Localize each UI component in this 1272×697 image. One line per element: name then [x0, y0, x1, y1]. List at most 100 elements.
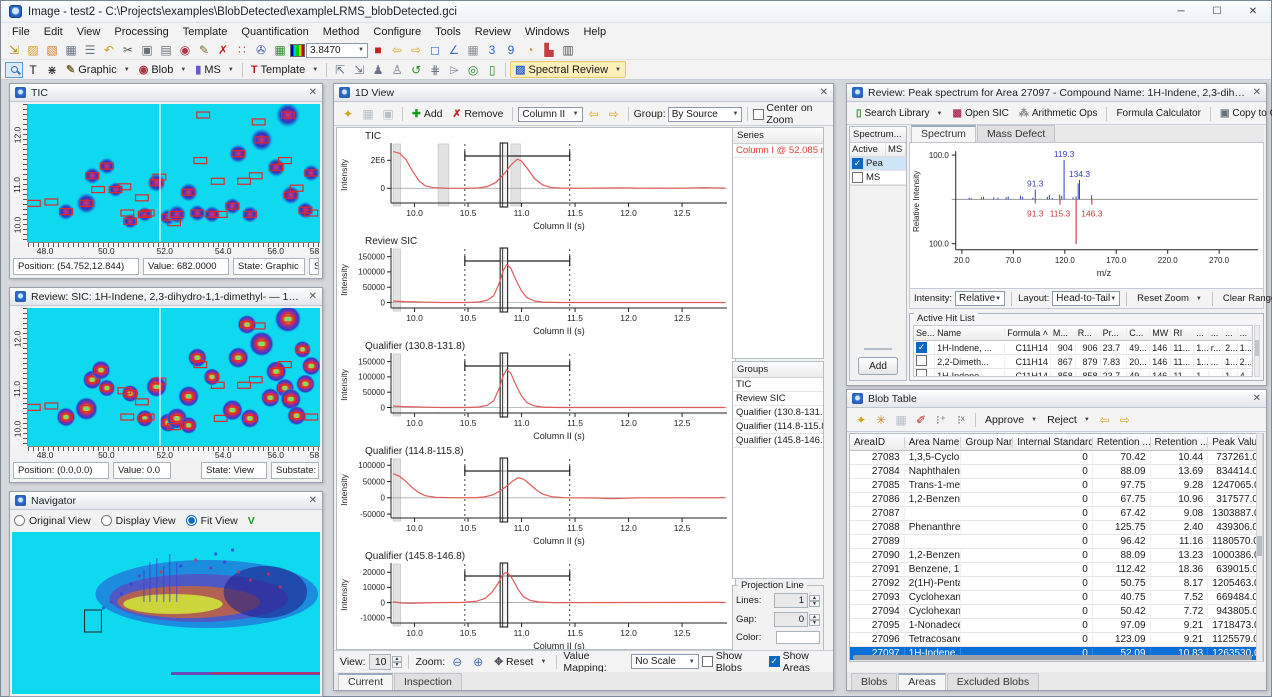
- pie-icon[interactable]: ◔: [521, 42, 539, 58]
- group-item[interactable]: Qualifier (130.8-131.8): [733, 406, 823, 420]
- chart-qualifier-145-8-146-8-[interactable]: Qualifier (145.8-146.8)-1000001000020000…: [337, 548, 735, 650]
- intensity-select[interactable]: Relative▼: [955, 291, 1005, 306]
- next-icon[interactable]: ⇨: [1116, 412, 1134, 428]
- table-row[interactable]: 27088Phenanthre...0125.752.40439306.0: [850, 521, 1263, 535]
- maximize-button[interactable]: ☐: [1199, 1, 1235, 22]
- table-row[interactable]: 270861,2-Benzen...067.7510.96317577.0: [850, 493, 1263, 507]
- copy-icon[interactable]: ▣: [379, 106, 397, 122]
- menu-template[interactable]: Template: [176, 25, 235, 39]
- target-icon[interactable]: ◎: [464, 62, 482, 78]
- chart-review-sic[interactable]: Review SIC05000010000015000010.010.511.0…: [337, 233, 735, 338]
- menu-tools[interactable]: Tools: [428, 25, 468, 39]
- menu-method[interactable]: Method: [316, 25, 367, 39]
- arrow-tool-1-icon[interactable]: ⇱: [331, 62, 349, 78]
- menu-windows[interactable]: Windows: [518, 25, 577, 39]
- radio-display-view[interactable]: Display View: [101, 515, 176, 527]
- next-icon[interactable]: ⇨: [605, 106, 623, 122]
- radio-fit-view[interactable]: Fit View: [186, 515, 238, 527]
- navigator-map[interactable]: [12, 532, 320, 694]
- tic-heatmap[interactable]: 12.011.010.048.050.052.054.056.058: [12, 104, 320, 255]
- zoom-in-icon[interactable]: ⊕: [469, 654, 487, 670]
- exclude-blob-icon[interactable]: ♙: [388, 62, 406, 78]
- hit-list-row[interactable]: ✓1H-Indene, ...C11H1490490623.749...1461…: [914, 341, 1252, 355]
- label-9-icon[interactable]: 9: [502, 42, 520, 58]
- spectrum-titlebar[interactable]: Review: Peak spectrum for Area 27097 - C…: [847, 84, 1266, 102]
- hit-list-scrollbar[interactable]: [1254, 325, 1260, 377]
- menu-processing[interactable]: Processing: [107, 25, 175, 39]
- db-icon[interactable]: ▯: [483, 62, 501, 78]
- table-row[interactable]: 27087067.429.081303887.0: [850, 507, 1263, 521]
- center-on-zoom-checkbox[interactable]: [753, 109, 764, 120]
- blob-table-hscrollbar[interactable]: [853, 655, 1252, 660]
- close-file-icon[interactable]: ▧: [43, 42, 61, 58]
- approve-button[interactable]: Approve▼: [981, 413, 1041, 427]
- formula-calculator-button[interactable]: Formula Calculator: [1112, 107, 1204, 120]
- refresh-icon[interactable]: ✦: [339, 106, 357, 122]
- blob-table-titlebar[interactable]: Blob Table ✕: [847, 390, 1266, 408]
- text-tool-icon[interactable]: T: [24, 62, 42, 78]
- menu-file[interactable]: File: [5, 25, 37, 39]
- menu-review[interactable]: Review: [468, 25, 518, 39]
- save-icon[interactable]: ▦: [892, 412, 910, 428]
- reset-button[interactable]: ✥Reset▼: [490, 655, 550, 669]
- spectral-review-dropdown[interactable]: ▨Spectral Review▼: [510, 61, 626, 78]
- undo-icon[interactable]: ↶: [100, 42, 118, 58]
- review-sic-titlebar[interactable]: Review: SIC: 1H-Indene, 2,3-dihydro-1,1-…: [10, 288, 322, 306]
- forward-icon[interactable]: ⇨: [407, 42, 425, 58]
- table-row[interactable]: 27089096.4211.161180570.0: [850, 535, 1263, 549]
- zoom-out-icon[interactable]: ⊖: [448, 654, 466, 670]
- texture-tool-icon[interactable]: ⋇: [43, 62, 61, 78]
- show-blobs-checkbox[interactable]: [702, 656, 713, 667]
- open-sic-button[interactable]: ▩Open SIC: [949, 107, 1013, 120]
- add-column-icon[interactable]: ⁝⁺: [932, 412, 950, 428]
- clear-ranges-button[interactable]: Clear Ranges: [1219, 292, 1272, 305]
- zoom-region-icon[interactable]: ◻: [426, 42, 444, 58]
- keys-icon[interactable]: ✇: [252, 42, 270, 58]
- tic-panel-titlebar[interactable]: TIC ✕: [10, 84, 322, 102]
- reject-button[interactable]: Reject▼: [1043, 413, 1094, 427]
- table-row[interactable]: 270951-Nonadecene097.099.211718473.0: [850, 619, 1263, 633]
- gap-stepper[interactable]: 0▲▼: [774, 612, 820, 627]
- hit-list-row[interactable]: 2,2-Dimeth...C11H148678797.8320...14611.…: [914, 355, 1252, 369]
- red-chart-icon[interactable]: ▙: [540, 42, 558, 58]
- prev-icon[interactable]: ⇦: [585, 106, 603, 122]
- navigator-titlebar[interactable]: Navigator ✕: [10, 492, 322, 510]
- add-button[interactable]: ✚Add: [408, 107, 447, 121]
- tab-excluded-blobs[interactable]: Excluded Blobs: [947, 673, 1039, 690]
- menu-quantification[interactable]: Quantification: [234, 25, 315, 39]
- tab-mass-defect[interactable]: Mass Defect: [977, 125, 1055, 142]
- blob-table-scrollbar[interactable]: [1256, 433, 1263, 662]
- table-row[interactable]: 27093Cyclohexan...040.757.52669484.0: [850, 591, 1263, 605]
- blob-dropdown[interactable]: ◉Blob▼: [135, 62, 191, 77]
- close-icon[interactable]: ✕: [1247, 87, 1261, 98]
- table-row[interactable]: 27096Tetracosane0123.099.211125579.0: [850, 633, 1263, 647]
- view-stepper[interactable]: 10▲▼: [369, 654, 403, 670]
- colormap-icon[interactable]: [290, 44, 305, 57]
- table-row[interactable]: 27084Naphthalen...088.0913.69834414.0: [850, 465, 1263, 479]
- arrow-tool-2-icon[interactable]: ⇲: [350, 62, 368, 78]
- show-areas-checkbox[interactable]: ✓: [769, 656, 780, 667]
- heatmap-plot[interactable]: [28, 308, 320, 446]
- scatter-plot-icon[interactable]: ∠: [445, 42, 463, 58]
- splitter-handle[interactable]: [864, 348, 892, 350]
- browse-icon[interactable]: ▥: [559, 42, 577, 58]
- include-blob-icon[interactable]: ♟: [369, 62, 387, 78]
- spectrum-list-row[interactable]: MS: [850, 171, 906, 185]
- table-row[interactable]: 270922(1H)-Penta...050.758.171205463.0: [850, 577, 1263, 591]
- tab-areas[interactable]: Areas: [898, 673, 945, 690]
- open-image-icon[interactable]: ⇲: [5, 42, 23, 58]
- close-icon[interactable]: ✕: [814, 87, 828, 98]
- menu-configure[interactable]: Configure: [366, 25, 428, 39]
- color-field[interactable]: [776, 631, 820, 644]
- close-icon[interactable]: ✕: [303, 291, 317, 302]
- copy-icon[interactable]: ▣: [138, 42, 156, 58]
- template-dropdown[interactable]: TTemplate▼: [247, 63, 322, 77]
- table-row[interactable]: 270901,2-Benzen...088.0913.231000386.0: [850, 549, 1263, 563]
- layout-select[interactable]: Head-to-Tail▼: [1052, 291, 1120, 306]
- tab-blobs[interactable]: Blobs: [851, 673, 897, 690]
- save-icon[interactable]: ▦: [62, 42, 80, 58]
- blob-tool-icon[interactable]: ◉: [176, 42, 194, 58]
- hit-list-row[interactable]: 1H-Indene, ...C11H1485885823.749...14611…: [914, 369, 1252, 377]
- tab-current[interactable]: Current: [338, 673, 393, 690]
- menu-view[interactable]: View: [70, 25, 108, 39]
